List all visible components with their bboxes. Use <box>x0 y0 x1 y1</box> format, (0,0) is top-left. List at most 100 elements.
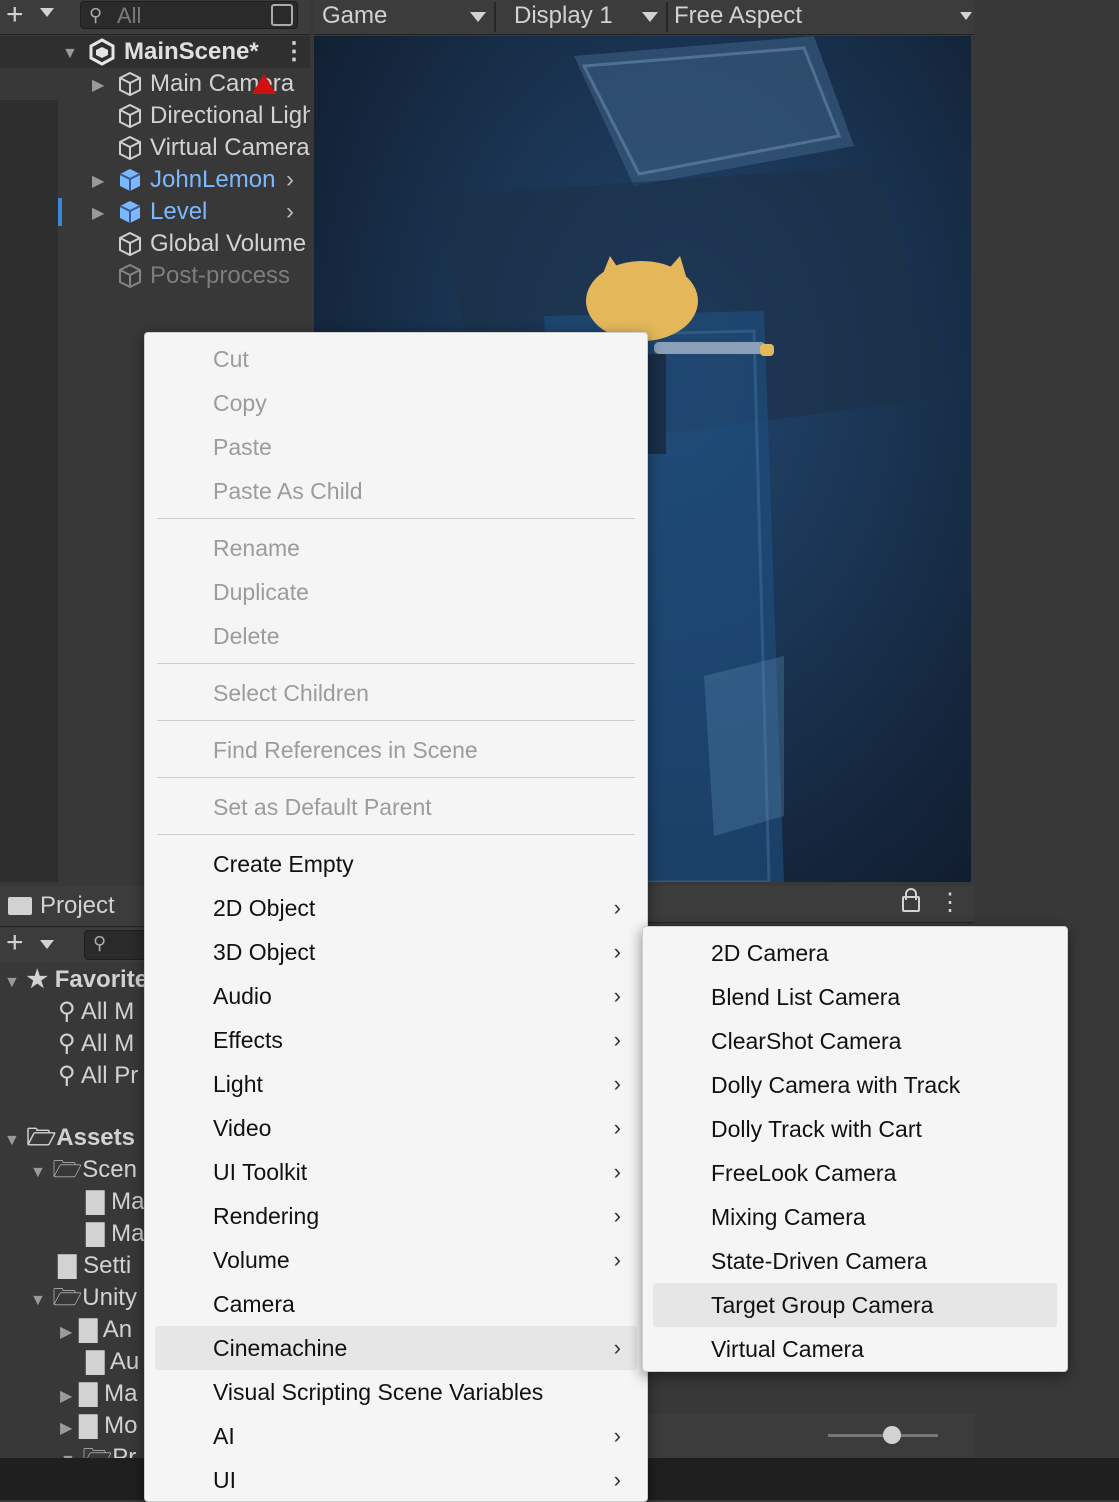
add-button[interactable]: + <box>6 926 24 960</box>
chevron-down-icon[interactable] <box>40 940 54 949</box>
unity-scene-icon <box>89 38 115 66</box>
submenu-item-target-group-camera[interactable]: Target Group Camera <box>653 1283 1057 1327</box>
expand-arrow-icon[interactable]: ▶ <box>92 198 104 230</box>
menu-item-label: Delete <box>213 623 280 649</box>
tree-item-folder[interactable]: ▼ 🗁Scen <box>30 1154 137 1186</box>
menu-item-create-empty[interactable]: Create Empty <box>155 842 637 886</box>
kebab-menu-icon[interactable]: ⋮ <box>938 888 962 917</box>
menu-item-cut[interactable]: Cut <box>155 337 637 381</box>
folder-open-icon: 🗁 <box>26 1124 57 1151</box>
hierarchy-search-input[interactable]: ⚲ All <box>80 1 298 29</box>
tree-item-folder[interactable]: ▶ ▇ Mo <box>60 1410 137 1442</box>
submenu-item-freelook-camera[interactable]: FreeLook Camera <box>653 1151 1057 1195</box>
tree-item-folder[interactable]: ▶ ▇ An <box>60 1314 132 1346</box>
aspect-dropdown[interactable]: Free Aspect <box>674 0 802 34</box>
menu-item-audio[interactable]: Audio › <box>155 974 637 1018</box>
tree-item-folder[interactable]: ▇ Setti <box>58 1250 131 1282</box>
menu-item-cinemachine[interactable]: Cinemachine › <box>155 1326 637 1370</box>
tree-item-favorites[interactable]: ▼ ★ Favorites <box>4 964 145 996</box>
chevron-down-icon[interactable] <box>470 12 486 22</box>
submenu-item-mixing-camera[interactable]: Mixing Camera <box>653 1195 1057 1239</box>
chevron-right-icon[interactable]: › <box>286 164 294 196</box>
menu-item-label: UI Toolkit <box>213 1159 308 1185</box>
menu-separator <box>157 720 635 721</box>
add-button[interactable]: + <box>6 0 24 30</box>
menu-item-duplicate[interactable]: Duplicate <box>155 570 637 614</box>
tree-item-search[interactable]: ⚲ All Pr <box>58 1060 138 1092</box>
slider-thumb[interactable] <box>883 1426 901 1444</box>
menu-item-2d-object[interactable]: 2D Object › <box>155 886 637 930</box>
expand-arrow-icon[interactable]: ▶ <box>92 70 104 102</box>
display-dropdown[interactable]: Display 1 <box>514 0 613 34</box>
tree-item-assets[interactable]: ▼ 🗁Assets <box>4 1122 135 1154</box>
expand-search-icon[interactable] <box>271 4 293 26</box>
hierarchy-toolbar: + ⚲ All <box>0 0 310 35</box>
menu-item-delete[interactable]: Delete <box>155 614 637 658</box>
menu-item-paste-as-child[interactable]: Paste As Child <box>155 469 637 513</box>
submenu-item-state-driven-camera[interactable]: State-Driven Camera <box>653 1239 1057 1283</box>
chevron-down-icon[interactable] <box>960 12 972 20</box>
chevron-down-icon[interactable] <box>642 12 658 22</box>
hierarchy-item-main-camera[interactable]: ▶ Main Camera <box>0 68 310 100</box>
menu-item-ui[interactable]: UI › <box>155 1458 637 1502</box>
hierarchy-item-directional-light[interactable]: Directional Light <box>0 100 310 132</box>
submenu-item-dolly-track-with-cart[interactable]: Dolly Track with Cart <box>653 1107 1057 1151</box>
chevron-right-icon: › <box>613 1203 621 1228</box>
menu-item-paste[interactable]: Paste <box>155 425 637 469</box>
expand-arrow-icon[interactable]: ▶ <box>60 1420 72 1437</box>
menu-item-set-default-parent[interactable]: Set as Default Parent <box>155 785 637 829</box>
game-view-dropdown[interactable]: Game <box>322 0 387 34</box>
context-menu: Cut Copy Paste Paste As Child Rename Dup… <box>144 332 648 1502</box>
hierarchy-item-label: Directional Light <box>150 102 310 129</box>
tree-item-folder[interactable]: ▇ Au <box>86 1346 139 1378</box>
submenu-item-virtual-camera[interactable]: Virtual Camera <box>653 1327 1057 1371</box>
expand-arrow-icon[interactable]: ▼ <box>4 1132 20 1149</box>
tree-item-search[interactable]: ⚲ All M <box>58 996 134 1028</box>
expand-arrow-icon[interactable]: ▼ <box>62 38 78 70</box>
menu-item-volume[interactable]: Volume › <box>155 1238 637 1282</box>
tree-item-folder[interactable]: ▇ Ma <box>86 1218 144 1250</box>
menu-item-find-references[interactable]: Find References in Scene <box>155 728 637 772</box>
expand-arrow-icon[interactable]: ▼ <box>4 974 20 991</box>
menu-item-camera[interactable]: Camera <box>155 1282 637 1326</box>
submenu-item-2d-camera[interactable]: 2D Camera <box>653 931 1057 975</box>
menu-item-copy[interactable]: Copy <box>155 381 637 425</box>
project-tab[interactable]: Project <box>0 886 145 927</box>
chevron-right-icon[interactable]: › <box>286 196 294 228</box>
menu-item-effects[interactable]: Effects › <box>155 1018 637 1062</box>
menu-item-visual-scripting[interactable]: Visual Scripting Scene Variables <box>155 1370 637 1414</box>
menu-item-ui-toolkit[interactable]: UI Toolkit › <box>155 1150 637 1194</box>
expand-arrow-icon[interactable]: ▶ <box>60 1388 72 1405</box>
expand-arrow-icon[interactable]: ▶ <box>92 166 104 198</box>
menu-item-3d-object[interactable]: 3D Object › <box>155 930 637 974</box>
expand-arrow-icon[interactable]: ▶ <box>60 1324 72 1341</box>
expand-arrow-icon[interactable]: ▼ <box>30 1292 46 1309</box>
menu-item-rendering[interactable]: Rendering › <box>155 1194 637 1238</box>
tree-item-folder[interactable]: ▼ 🗁Pr <box>60 1442 136 1458</box>
folder-icon: ▇ <box>78 1412 98 1439</box>
submenu-item-blend-list-camera[interactable]: Blend List Camera <box>653 975 1057 1019</box>
menu-item-ai[interactable]: AI › <box>155 1414 637 1458</box>
submenu-item-dolly-camera-with-track[interactable]: Dolly Camera with Track <box>653 1063 1057 1107</box>
tree-item-folder[interactable]: ▼ 🗁Unity <box>30 1282 137 1314</box>
tree-item-folder[interactable]: ▇ Ma <box>86 1186 144 1218</box>
tree-item-search[interactable]: ⚲ All M <box>58 1028 134 1060</box>
submenu-item-clearshot-camera[interactable]: ClearShot Camera <box>653 1019 1057 1063</box>
hierarchy-item-global-volume[interactable]: Global Volume <box>0 228 310 260</box>
gameobject-cube-icon <box>119 103 141 129</box>
menu-item-select-children[interactable]: Select Children <box>155 671 637 715</box>
tree-item-folder[interactable]: ▶ ▇ Ma <box>60 1378 137 1410</box>
kebab-menu-icon[interactable]: ⋮ <box>282 36 306 68</box>
menu-item-rename[interactable]: Rename <box>155 526 637 570</box>
menu-item-video[interactable]: Video › <box>155 1106 637 1150</box>
scene-header[interactable]: ▼ MainScene* ⋮ <box>0 36 310 68</box>
hierarchy-item-johnlemon[interactable]: ▶ JohnLemon › <box>0 164 310 196</box>
hierarchy-item-level[interactable]: ▶ Level › <box>0 196 310 228</box>
menu-item-light[interactable]: Light › <box>155 1062 637 1106</box>
hierarchy-item-post-process[interactable]: Post-process <box>0 260 310 292</box>
menu-separator <box>157 777 635 778</box>
chevron-down-icon[interactable] <box>40 8 54 17</box>
hierarchy-item-virtual-camera[interactable]: Virtual Camera <box>0 132 310 164</box>
expand-arrow-icon[interactable]: ▼ <box>30 1164 46 1181</box>
folder-icon: ▇ <box>58 1252 77 1279</box>
